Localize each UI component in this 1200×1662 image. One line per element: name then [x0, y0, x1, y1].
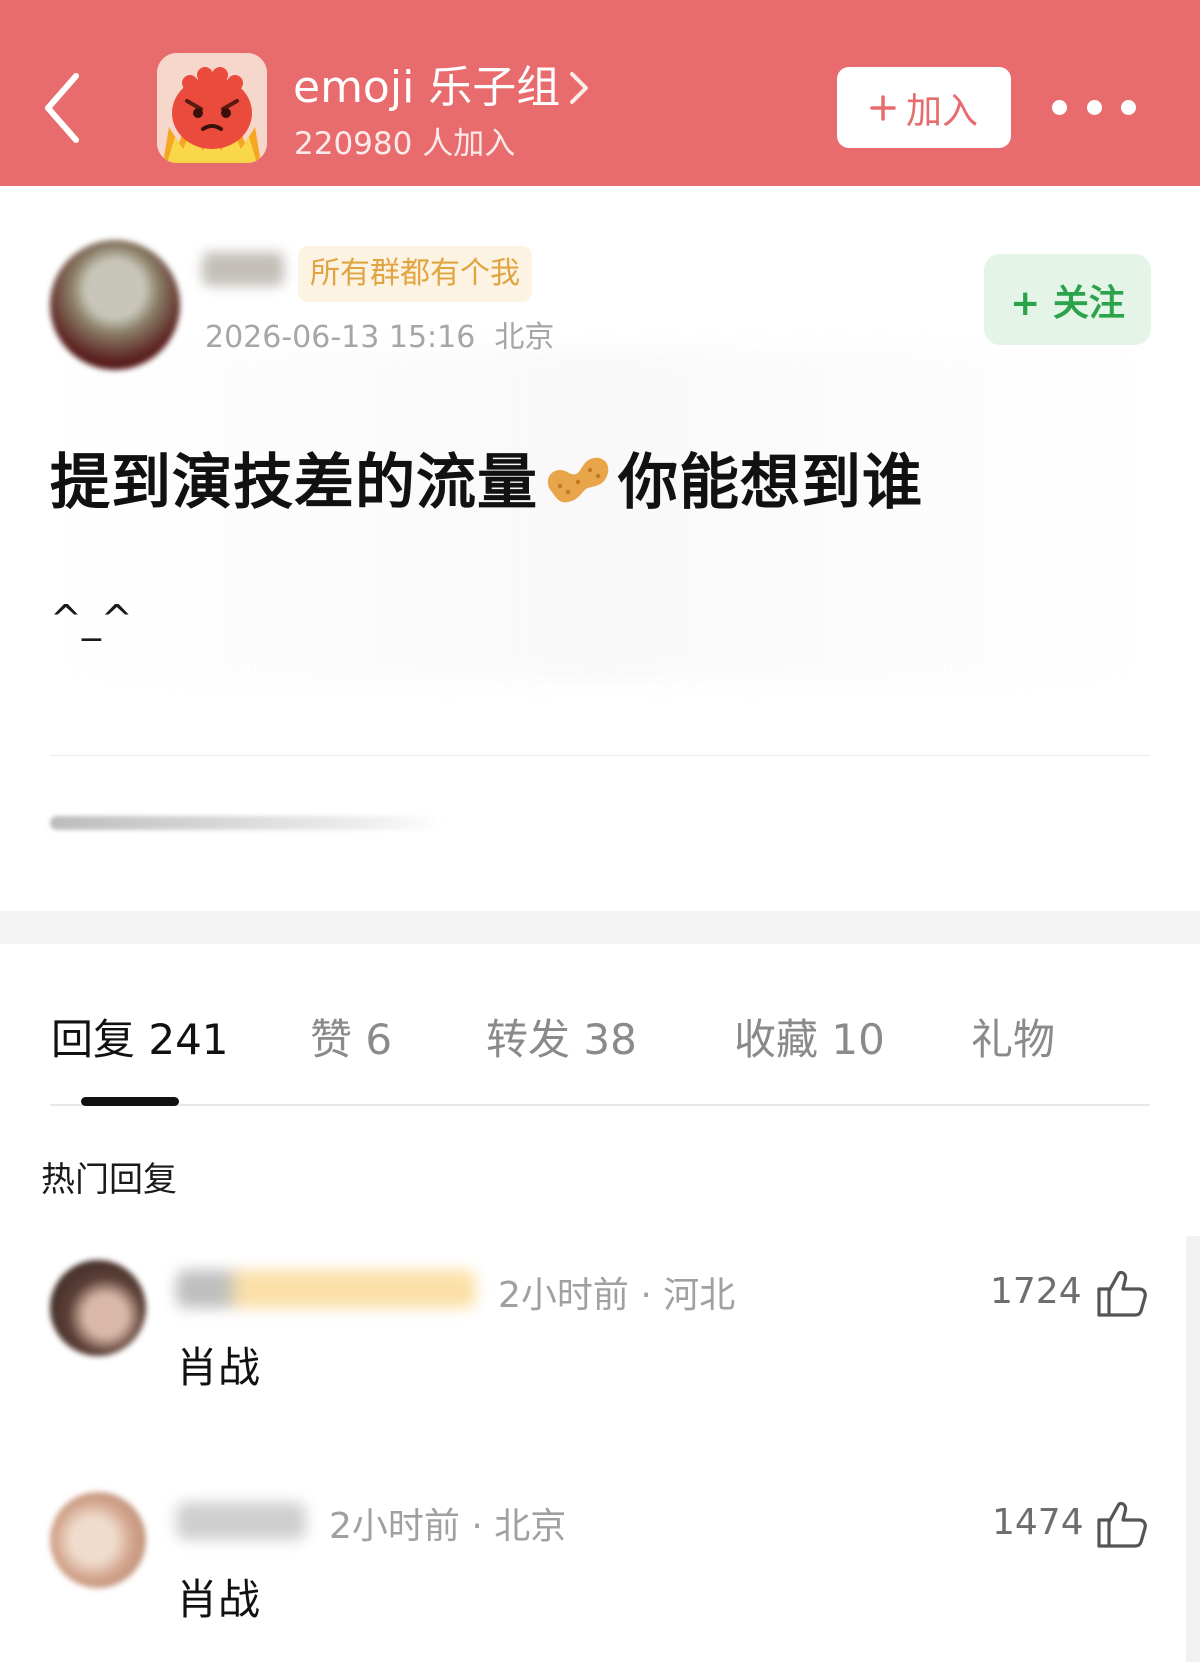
post-title: 提到演技差的流量 你能想到谁	[50, 434, 923, 521]
more-options-button[interactable]	[1052, 92, 1136, 122]
comment-author-blurred[interactable]	[176, 1502, 306, 1540]
divider	[50, 755, 1150, 756]
comment-time: 2小时前	[329, 1506, 460, 1547]
group-member-count: 220980 人加入	[294, 126, 516, 162]
peanut-emoji-icon	[547, 457, 609, 502]
join-group-button[interactable]: 加入	[837, 67, 1011, 148]
group-detail-arrow[interactable]	[562, 66, 596, 110]
author-badge: 所有群都有个我	[298, 246, 532, 302]
blurred-strip	[50, 816, 445, 830]
post-title-text-2: 你能想到谁	[618, 448, 923, 518]
author-name-blurred[interactable]	[202, 252, 284, 286]
tab-favorites[interactable]: 收藏 10	[734, 1006, 885, 1067]
thumbs-up-icon[interactable]	[1093, 1496, 1149, 1552]
hot-replies-heading: 热门回复	[41, 1160, 177, 1200]
more-dots-icon	[1086, 99, 1102, 115]
follow-button[interactable]: + 关注	[984, 254, 1151, 345]
post-meta: 2026-06-13 15:16 北京	[205, 312, 554, 356]
plus-icon	[870, 94, 896, 121]
comment-avatar[interactable]	[50, 1492, 146, 1588]
comment-meta: 2小时前 · 河北	[498, 1275, 736, 1316]
tab-active-indicator	[81, 1097, 179, 1106]
author-avatar[interactable]	[50, 240, 180, 370]
more-dots-icon	[1121, 99, 1136, 115]
post-timestamp: 2026-06-13 15:16	[205, 320, 476, 355]
section-separator	[0, 911, 1200, 944]
comment-text: 肖战	[176, 1343, 261, 1392]
comment-location: 河北	[663, 1275, 736, 1316]
group-header: emoji 乐子组 220980 人加入 加入	[0, 0, 1200, 186]
tab-gifts[interactable]: 礼物	[971, 1006, 1055, 1067]
comment-author-blurred[interactable]	[176, 1270, 476, 1308]
scrollbar-track[interactable]	[1186, 1236, 1200, 1662]
comment-avatar[interactable]	[50, 1260, 146, 1356]
chevron-right-icon	[570, 72, 588, 104]
comment-meta: 2小时前 · 北京	[329, 1506, 567, 1547]
comment-location: 北京	[494, 1506, 567, 1547]
comment-time: 2小时前	[498, 1275, 629, 1316]
post-location: 北京	[494, 320, 555, 355]
comment-text: 肖战	[176, 1575, 261, 1624]
comment-like-count: 1724	[990, 1271, 1082, 1312]
tab-replies[interactable]: 回复 241	[51, 1006, 229, 1067]
group-name[interactable]: emoji 乐子组	[293, 60, 560, 116]
post-title-text: 提到演技差的流量	[50, 448, 538, 518]
tab-likes[interactable]: 赞 6	[310, 1006, 392, 1067]
back-button[interactable]	[36, 66, 96, 150]
tab-reposts[interactable]: 转发 38	[486, 1006, 637, 1067]
chevron-left-icon	[45, 73, 79, 143]
red-dragon-logo	[157, 53, 267, 163]
follow-button-label: + 关注	[1010, 282, 1125, 324]
more-dots-icon	[1052, 99, 1067, 115]
comment-like-count: 1474	[992, 1502, 1084, 1543]
tabs-divider	[50, 1104, 1150, 1106]
group-logo[interactable]	[157, 53, 267, 163]
post-body: ^_^	[50, 597, 133, 641]
thumbs-up-icon[interactable]	[1093, 1265, 1149, 1321]
join-button-label: 加入	[905, 90, 978, 132]
